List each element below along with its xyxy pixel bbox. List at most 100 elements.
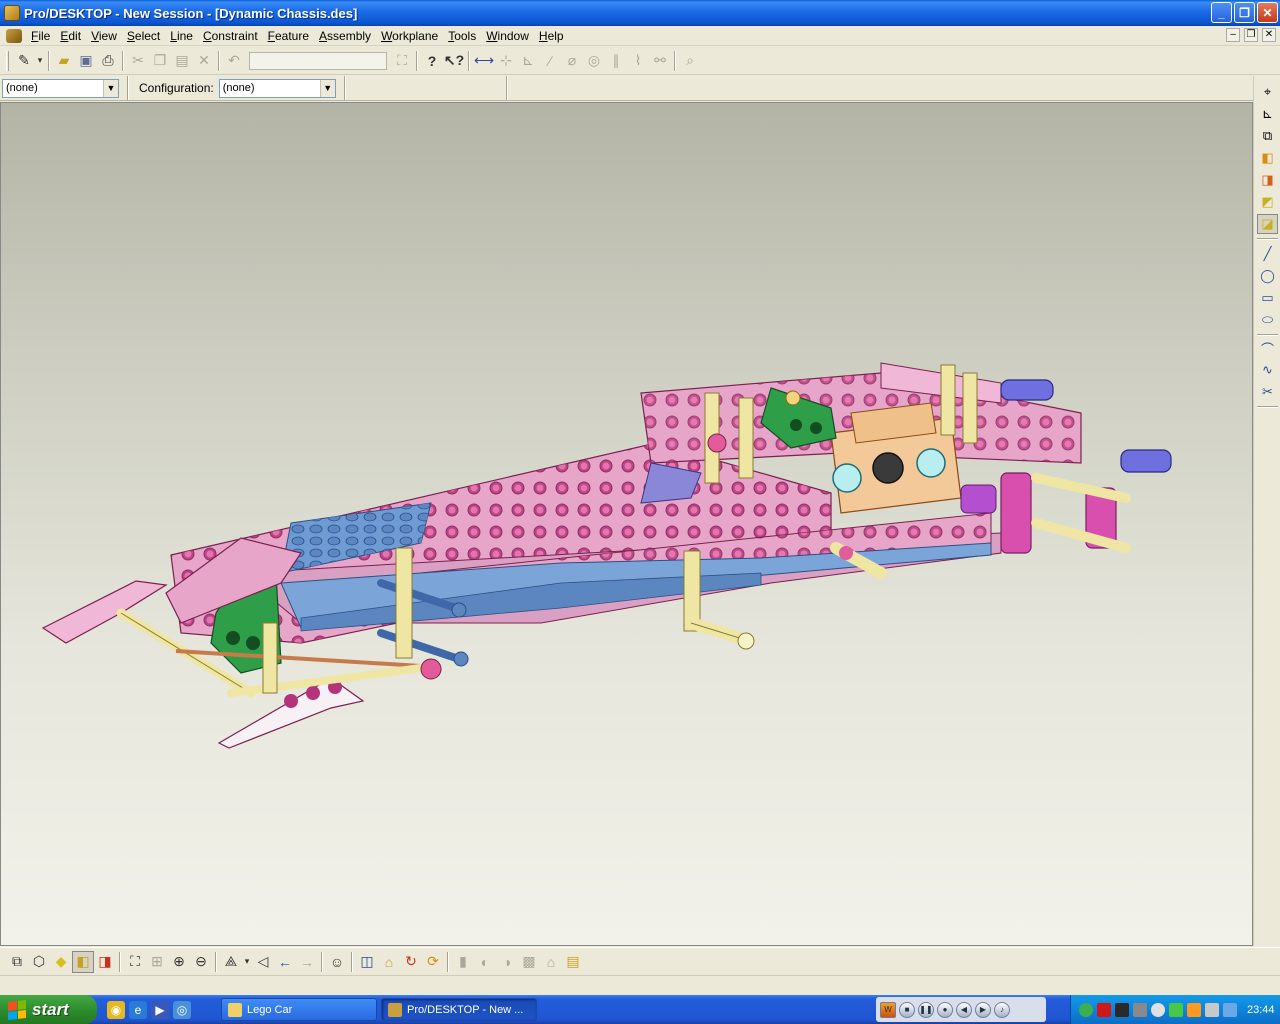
prodesktop-app-icon[interactable] [4, 5, 20, 21]
select-edge-icon[interactable]: ◨ [1257, 170, 1278, 190]
find-icon[interactable]: ⌕ [679, 50, 701, 72]
network-icon[interactable] [1169, 1002, 1183, 1017]
rotate-component-icon[interactable]: ↻ [400, 951, 422, 973]
select-part-icon[interactable]: ◩ [1257, 192, 1278, 212]
sync-icon[interactable] [1187, 1002, 1201, 1017]
perpendicular-constraint-icon[interactable]: ⊾ [517, 50, 539, 72]
open-folder-icon[interactable]: ▰ [53, 50, 75, 72]
zoom-box-icon[interactable]: ⊞ [146, 951, 168, 973]
add-component-icon[interactable]: ◫ [356, 951, 378, 973]
pause-icon[interactable]: ❚❚ [918, 1001, 934, 1018]
arc-tool-icon[interactable]: ⌒ [1257, 338, 1278, 358]
menu-assembly[interactable]: Assembly [314, 27, 376, 45]
close-button[interactable]: ✕ [1257, 2, 1278, 23]
volume-icon[interactable]: ♪ [994, 1001, 1010, 1018]
wmp-logo-icon[interactable]: W [880, 1001, 896, 1018]
internet-explorer-icon[interactable]: e [129, 1000, 147, 1019]
security-icon[interactable] [1151, 1002, 1165, 1017]
gamepad-icon[interactable] [1133, 1002, 1147, 1017]
select-feature-icon[interactable]: ⧉ [1257, 126, 1278, 146]
concentric-constraint-icon[interactable]: ◎ [583, 50, 605, 72]
enhanced-view-icon[interactable]: ◧ [72, 950, 94, 973]
messenger-icon[interactable] [1079, 1002, 1093, 1017]
smiley-icon[interactable]: ☺ [326, 951, 348, 973]
shell-icon[interactable]: ⌂ [540, 951, 562, 973]
rectangle-tool-icon[interactable]: ▭ [1257, 288, 1278, 308]
toolbar-grip[interactable] [6, 50, 9, 71]
new-dropdown-icon[interactable]: ▾ [35, 50, 45, 72]
save-icon[interactable]: ▣ [75, 50, 97, 72]
extrude-icon[interactable]: ▮ [452, 951, 474, 973]
select-component-icon[interactable]: ◪ [1257, 214, 1278, 234]
minimize-button[interactable]: _ [1211, 2, 1232, 23]
start-button[interactable]: start [0, 995, 97, 1024]
outlook-icon[interactable]: ◉ [107, 1000, 125, 1019]
menu-edit[interactable]: Edit [55, 27, 86, 45]
wireframe-view-icon[interactable]: ⧉ [6, 951, 28, 973]
spline-tool-icon[interactable]: ∿ [1257, 360, 1278, 380]
pattern-icon[interactable]: ▤ [562, 951, 584, 973]
look-at-icon[interactable]: ◁ [252, 951, 274, 973]
ati-icon[interactable] [1097, 1002, 1111, 1017]
cut-icon[interactable]: ✂ [127, 50, 149, 72]
steam-icon[interactable] [1115, 1002, 1129, 1017]
title-bar[interactable]: Pro/DESKTOP - New Session - [Dynamic Cha… [0, 0, 1280, 26]
task-prodesktop[interactable]: Pro/DESKTOP - New ... [381, 998, 537, 1021]
parallel-constraint-icon[interactable]: ∥ [605, 50, 627, 72]
doc-close-button[interactable]: ✕ [1262, 28, 1276, 42]
task-lego-car[interactable]: Lego Car [221, 998, 377, 1021]
menu-window[interactable]: Window [481, 27, 534, 45]
document-icon[interactable] [6, 28, 22, 43]
zoom-out-icon[interactable]: ⊖ [190, 951, 212, 973]
chassis-3d-model[interactable] [1, 103, 1253, 946]
print-icon[interactable]: ⎙ [97, 50, 119, 72]
ellipse-tool-icon[interactable]: ⬭ [1257, 310, 1278, 330]
update-icon[interactable]: ⛶ [391, 50, 413, 72]
view-dropdown-icon[interactable]: ▾ [242, 951, 252, 973]
menu-help[interactable]: Help [534, 27, 569, 45]
sweep-icon[interactable]: ◑ [496, 951, 518, 973]
next-view-icon[interactable]: → [296, 951, 318, 973]
copy-icon[interactable]: ❐ [149, 50, 171, 72]
view-orientation-icon[interactable]: ⟁ [220, 951, 242, 973]
photo-view-icon[interactable]: ◨ [94, 951, 116, 973]
circle-tool-icon[interactable]: ◯ [1257, 266, 1278, 286]
stop-icon[interactable]: ■ [899, 1001, 915, 1018]
doc-restore-button[interactable]: ❐ [1244, 28, 1258, 42]
menu-feature[interactable]: Feature [263, 27, 314, 45]
select-face-icon[interactable]: ◧ [1257, 148, 1278, 168]
context-help-icon[interactable]: ↖? [443, 50, 465, 72]
constraint-icon[interactable]: ⟷ [473, 50, 495, 72]
menu-file[interactable]: File [26, 27, 55, 45]
line-tool-icon[interactable]: ╱ [1257, 244, 1278, 264]
chevron-down-icon[interactable]: ▼ [103, 79, 118, 97]
hidden-line-view-icon[interactable]: ⬡ [28, 951, 50, 973]
new-design-icon[interactable]: ✎ [13, 50, 35, 72]
loft-icon[interactable]: ▩ [518, 951, 540, 973]
volume-tray-icon[interactable] [1205, 1002, 1219, 1017]
paste-icon[interactable]: ▤ [171, 50, 193, 72]
zoom-in-icon[interactable]: ⊕ [168, 951, 190, 973]
delete-icon[interactable]: ✕ [193, 50, 215, 72]
clock[interactable]: 23:44 [1247, 1004, 1275, 1016]
select-workplane-icon[interactable]: ⊾ [1257, 104, 1278, 124]
next-track-icon[interactable]: ▶ [975, 1001, 991, 1018]
undo-history-box[interactable] [249, 51, 387, 70]
menu-workplane[interactable]: Workplane [376, 27, 443, 45]
revolve-icon[interactable]: ◐ [474, 951, 496, 973]
horizontal-constraint-icon[interactable]: ⊹ [495, 50, 517, 72]
doc-minimize-button[interactable]: – [1226, 28, 1240, 42]
trim-tool-icon[interactable]: ✂ [1257, 382, 1278, 402]
constrain-component-icon[interactable]: ⌂ [378, 951, 400, 973]
chevron-down-icon[interactable]: ▼ [319, 79, 335, 97]
previous-view-icon[interactable]: ← [274, 951, 296, 973]
component-select[interactable]: (none) ▼ [2, 78, 119, 98]
display-icon[interactable] [1223, 1002, 1237, 1017]
stop-button-icon[interactable]: ● [937, 1001, 953, 1018]
align-component-icon[interactable]: ⟳ [422, 951, 444, 973]
menu-constraint[interactable]: Constraint [198, 27, 263, 45]
undo-icon[interactable]: ↶ [223, 50, 245, 72]
menu-select[interactable]: Select [122, 27, 165, 45]
maximize-button[interactable]: ❐ [1234, 2, 1255, 23]
menu-line[interactable]: Line [165, 27, 198, 45]
